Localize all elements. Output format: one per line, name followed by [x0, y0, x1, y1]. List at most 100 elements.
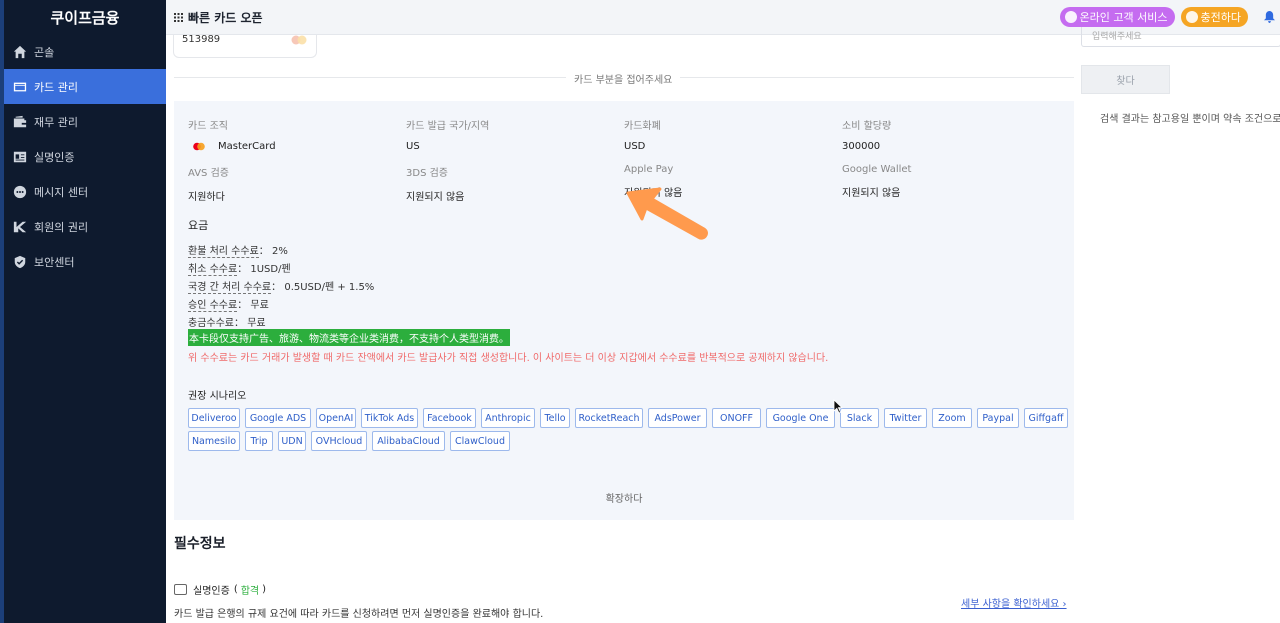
shield-icon	[12, 255, 28, 269]
mastercard-icon	[193, 142, 205, 151]
topbar-actions: 온라인 고객 서비스 충전하다	[1059, 7, 1280, 27]
grid-icon	[174, 12, 183, 22]
card-details-panel: 카드 조직 MasterCard 카드 발급 국가/지역 US 카드화폐 USD…	[174, 101, 1074, 520]
fee-key[interactable]: 국경 간 처리 수수료	[188, 282, 272, 294]
fee-row: 충금수수료： 무료	[188, 318, 266, 330]
fee-value: 0.5USD/펜 + 1.5%	[284, 282, 375, 293]
info-label: Apple Pay	[624, 164, 674, 175]
search-disclaimer: 검색 결과는 참고용일 뿐이며 약속 조건으로 사	[1100, 114, 1280, 125]
fold-card-toggle[interactable]: 카드 부분을 접어주세요	[566, 71, 681, 86]
scenario-chip[interactable]: Giffgaff	[1024, 408, 1068, 428]
scenario-chip[interactable]: Anthropic	[481, 408, 535, 428]
wallet-icon	[12, 115, 28, 129]
sidebar: 쿠이프금융 곤솔 카드 관리 재무 관리 실명인증 메시지 센터 회원의 권리 …	[0, 0, 166, 623]
fee-disclaimer: 위 수수료는 카드 거래가 발생할 때 카드 잔액에서 카드 발급사가 직접 생…	[188, 353, 829, 364]
card-number-box: 513989	[173, 35, 317, 58]
verify-description: 카드 발급 은행의 규제 요건에 따라 카드를 신청하려면 먼저 실명인증을 완…	[174, 609, 544, 620]
info-label: 카드화폐	[624, 121, 661, 132]
id-card-icon	[12, 150, 28, 164]
verify-label: 실명인증	[193, 586, 230, 597]
info-value: 지원되지 않음	[406, 192, 465, 203]
scenario-chip[interactable]: TikTok Ads	[361, 408, 418, 428]
scenario-chip[interactable]: RocketReach	[575, 408, 643, 428]
recharge-button[interactable]: 충전하다	[1180, 7, 1248, 27]
search-input[interactable]: 입력해주세요	[1081, 27, 1280, 47]
scenario-chip[interactable]: OVHcloud	[311, 431, 367, 451]
info-label: 소비 할당량	[842, 121, 892, 132]
scenario-chip[interactable]: Tello	[540, 408, 570, 428]
info-value: 지원되지 않음	[842, 188, 901, 199]
fee-value: 1USD/펜	[250, 264, 291, 275]
money-bag-icon	[1185, 11, 1198, 23]
fee-value: 무료	[250, 300, 269, 311]
scenario-chip[interactable]: Namesilo	[188, 431, 240, 451]
info-3ds: 3DS 검증 지원되지 않음	[406, 164, 616, 203]
info-value: US	[406, 141, 420, 152]
sidebar-item-label: 카드 관리	[34, 80, 78, 94]
scenario-chip[interactable]: Google One	[766, 408, 835, 428]
id-verify-icon	[174, 584, 187, 595]
scenario-chip[interactable]: ClawCloud	[450, 431, 510, 451]
scenario-chip[interactable]: Zoom	[932, 408, 972, 428]
info-value-text: MasterCard	[218, 141, 276, 152]
sidebar-item-finance[interactable]: 재무 관리	[0, 104, 166, 139]
sidebar-item-console[interactable]: 곤솔	[0, 34, 166, 69]
online-service-button[interactable]: 온라인 고객 서비스	[1059, 7, 1175, 27]
scenario-chip[interactable]: Slack	[840, 408, 879, 428]
right-panel: 입력해주세요 찾다 검색 결과는 참고용일 뿐이며 약속 조건으로 사	[1081, 27, 1280, 623]
scenario-chip[interactable]: Paypal	[977, 408, 1019, 428]
fee-row: 취소 수수료： 1USD/펜	[188, 264, 291, 276]
verify-status-open: (	[233, 584, 238, 595]
scenario-chip[interactable]: AdsPower	[648, 408, 707, 428]
scenario-chip[interactable]: Google ADS	[245, 408, 311, 428]
search-button[interactable]: 찾다	[1081, 65, 1170, 94]
info-value: MasterCard	[188, 141, 398, 152]
sidebar-item-label: 회원의 권리	[34, 220, 89, 234]
expand-button[interactable]: 확장하다	[174, 490, 1074, 505]
info-value: USD	[624, 141, 646, 152]
brand-logo[interactable]: 쿠이프금융	[0, 0, 166, 34]
sidebar-item-label: 보안센터	[34, 255, 75, 269]
scenario-chip[interactable]: AlibabaCloud	[372, 431, 445, 451]
info-label: 카드 발급 국가/지역	[406, 121, 490, 132]
scenario-chip[interactable]: UDN	[278, 431, 306, 451]
scenario-chip[interactable]: ONOFF	[712, 408, 761, 428]
fee-value: 무료	[247, 318, 266, 329]
fee-key[interactable]: 승인 수수료	[188, 300, 238, 312]
mastercard-logo-icon	[291, 35, 307, 45]
card-number: 513989	[182, 35, 221, 45]
scenario-chip[interactable]: Facebook	[423, 408, 476, 428]
required-info-title: 필수정보	[174, 536, 226, 552]
sidebar-item-member-rights[interactable]: 회원의 권리	[0, 209, 166, 244]
info-label: AVS 검증	[188, 168, 229, 179]
sidebar-item-verification[interactable]: 실명인증	[0, 139, 166, 174]
page-title: 빠른 카드 오픈	[174, 9, 263, 26]
mouse-cursor-icon	[833, 399, 843, 414]
sidebar-item-messages[interactable]: 메시지 센터	[0, 174, 166, 209]
info-label: 3DS 검증	[406, 168, 448, 179]
scenario-chip[interactable]: Deliveroo	[188, 408, 240, 428]
scenario-chip[interactable]: Twitter	[884, 408, 927, 428]
sidebar-edge	[0, 0, 4, 623]
card-icon	[12, 80, 28, 94]
info-value: 300000	[842, 141, 881, 152]
fee-row: 국경 간 처리 수수료： 0.5USD/펜 + 1.5%	[188, 282, 375, 294]
headset-icon	[1064, 11, 1077, 23]
scenario-chip[interactable]: Trip	[245, 431, 273, 451]
verify-status-passed: 합격	[240, 586, 260, 597]
bell-icon[interactable]	[1258, 7, 1280, 27]
info-issuing-country: 카드 발급 국가/지역 US	[406, 117, 616, 152]
online-service-label: 온라인 고객 서비스	[1079, 11, 1168, 24]
sidebar-item-security[interactable]: 보안센터	[0, 244, 166, 279]
main-content: 513989 카드 부분을 접어주세요 카드 조직 MasterCard 카드 …	[166, 35, 1086, 623]
fees-title: 요금	[188, 219, 209, 232]
home-icon	[12, 45, 28, 59]
fee-key[interactable]: 취소 수수료	[188, 264, 238, 276]
view-details-link[interactable]: 세부 사항을 확인하세요 ›	[961, 595, 1067, 610]
sidebar-item-card-management[interactable]: 카드 관리	[4, 69, 166, 104]
verification-status: 실명인증 ( 합격 )	[174, 582, 266, 597]
scenario-chip[interactable]: OpenAI	[316, 408, 356, 428]
message-icon	[12, 185, 28, 199]
info-value: 지원하다	[188, 192, 225, 203]
fee-key[interactable]: 환불 처리 수수료	[188, 246, 259, 258]
